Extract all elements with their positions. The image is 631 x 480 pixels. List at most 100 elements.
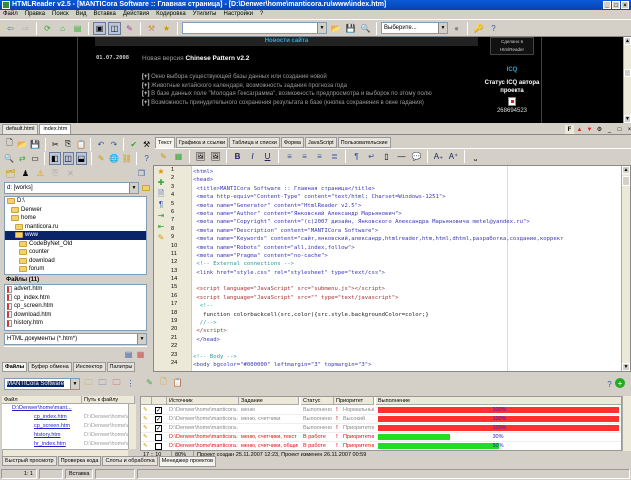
home-icon[interactable]: ⌂ <box>56 22 69 35</box>
left-tab[interactable]: Буфер обмена <box>28 362 72 372</box>
editor-tab[interactable]: Пользовательские <box>337 137 391 148</box>
project-hscrollbar[interactable] <box>2 449 128 456</box>
bookmark-icon[interactable]: ★ <box>154 166 168 177</box>
project-tree-row[interactable]: hr_index.htm D:\Denwer\home\w <box>2 440 135 449</box>
insert-tag-icon[interactable]: ✎ <box>157 150 170 163</box>
code-line[interactable] <box>193 277 620 285</box>
col-file[interactable]: Файл <box>2 396 82 404</box>
copy-icon[interactable]: ⎘ <box>63 138 74 151</box>
space-icon[interactable]: ⎵ <box>469 150 482 163</box>
chevron-down-icon[interactable]: ▼ <box>129 183 138 193</box>
code-line[interactable] <box>193 344 620 352</box>
code-line[interactable]: <link href="style.css" rel="stylesheet" … <box>193 269 620 277</box>
scroll-down-icon[interactable]: ▼ <box>622 363 630 371</box>
file-item[interactable]: cp_screen.htm <box>5 302 146 311</box>
browser-icon[interactable]: 🌐 <box>109 152 120 165</box>
left-tab[interactable]: Палитры <box>106 362 136 372</box>
task-row[interactable]: ✎ D:\Denwer\home\manticora.ru\ww...меню, … <box>141 433 621 442</box>
bookmark-icon[interactable]: ★ <box>160 22 173 35</box>
task-edit-icon[interactable]: ✎ <box>143 433 151 442</box>
file-item[interactable]: history.htm <box>5 319 146 328</box>
doc-tab[interactable]: default.html <box>2 124 39 134</box>
refresh-icon[interactable]: ⟳ <box>41 22 54 35</box>
settings-icon[interactable]: ⚙ <box>595 125 604 134</box>
hr-icon[interactable]: — <box>395 150 408 163</box>
project-tree-row[interactable]: history.htm D:\Denwer\home\w <box>2 431 135 440</box>
code-line[interactable]: <meta name="Generator" content="HtmlRead… <box>193 202 620 210</box>
file-filter-combo[interactable]: HTML документы (*.htm*) ▼ <box>4 333 147 345</box>
code-line[interactable]: <meta name="Keywords" content="сайт,янко… <box>193 235 620 243</box>
superscript-icon[interactable]: A⁺ <box>447 150 460 163</box>
paste-icon[interactable]: 📋 <box>76 138 87 151</box>
made-in-badge[interactable]: Сделано в HtmlReader <box>490 37 534 55</box>
folder-item[interactable]: CodeByNet_Old <box>5 240 146 249</box>
new-task-icon[interactable]: 🗋 <box>157 376 170 389</box>
preview-mode-icon[interactable]: ▣ <box>93 21 106 35</box>
link-icon[interactable]: ⛓ <box>121 152 132 165</box>
code-line[interactable]: <meta name="Copyright" content="(c)2007 … <box>193 218 620 226</box>
editor-tab[interactable]: Форма <box>280 137 304 148</box>
tools-icon[interactable]: ⚒ <box>141 138 152 151</box>
folder-item[interactable]: home <box>5 214 146 223</box>
folder-item[interactable]: counter <box>5 248 146 257</box>
menu-item[interactable]: Вид <box>76 10 87 19</box>
redo-icon[interactable]: ↷ <box>108 138 119 151</box>
task-checkbox[interactable]: ✓ <box>155 416 162 423</box>
align-right-icon[interactable]: ≡ <box>313 150 326 163</box>
edit-project-icon[interactable]: 🗀 <box>96 377 109 390</box>
menu-item[interactable]: Настройки <box>224 10 253 19</box>
code-editor[interactable]: ★ ✚ 🗎 ¶ ⇥ ⇤ ✎ 1 2 3 4 5 6 7 8 9 10 11 12 13 14 15 16 17 1… <box>153 165 631 372</box>
panel-close-icon[interactable]: ❐ <box>135 167 148 180</box>
code-line[interactable]: <!-- Body --> <box>193 353 620 361</box>
scroll-thumb[interactable] <box>622 176 630 186</box>
tools-icon[interactable]: ⚒ <box>145 22 158 35</box>
italic-icon[interactable]: I <box>246 150 259 163</box>
chevron-down-icon[interactable]: ▼ <box>70 379 79 389</box>
project-scrollbar[interactable] <box>128 404 136 449</box>
code-line[interactable]: <meta name="Description" content="MANTIC… <box>193 227 620 235</box>
code-line[interactable]: <title>MANTICora Software :: Главная стр… <box>193 185 620 193</box>
code-line[interactable]: <meta name="Author" content="Янковский А… <box>193 210 620 218</box>
code-line[interactable]: <meta name="Pragma" content="no-cache"> <box>193 252 620 260</box>
code-line[interactable]: <script language="JavaScript" src="subme… <box>193 285 620 293</box>
nbsp-icon[interactable]: ▯ <box>380 150 393 163</box>
undo-icon[interactable]: ↶ <box>95 138 106 151</box>
doc-close-button[interactable]: × <box>625 125 631 134</box>
chevron-down-icon[interactable]: ▼ <box>317 23 326 33</box>
project-file-tree[interactable]: D:\Denwer\home\mant... cp_index.htm D:\Den… <box>2 404 135 449</box>
task-col-header[interactable]: Источник <box>167 397 239 405</box>
paragraph-icon[interactable]: ¶ <box>350 150 363 163</box>
print-icon[interactable]: ▭ <box>30 152 41 165</box>
file-item[interactable]: cp_index.htm <box>5 294 146 303</box>
folder-tree-icon[interactable]: 🗂 <box>4 167 17 180</box>
code-line[interactable]: <body bgcolor="#000000" leftmargin="3" t… <box>193 361 620 369</box>
help-icon[interactable]: ? <box>487 22 500 35</box>
add-task-icon[interactable]: + <box>615 378 625 388</box>
code-line[interactable]: <html> <box>193 168 620 176</box>
spellcheck-icon[interactable]: ✔ <box>128 138 139 151</box>
save-file-icon[interactable]: 💾 <box>30 138 41 151</box>
project-tree-icon[interactable]: ⋮ <box>124 377 137 390</box>
editor-tab[interactable]: Таблица и списки <box>229 137 280 148</box>
back-icon[interactable]: ⇦ <box>4 22 17 35</box>
fullscreen-icon[interactable]: F <box>565 125 574 134</box>
outdent-icon[interactable]: ⇤ <box>154 221 168 232</box>
cut-icon[interactable]: ✂ <box>50 138 61 151</box>
folder-item[interactable]: download <box>5 257 146 266</box>
notes-icon[interactable]: ✎ <box>154 232 168 243</box>
scroll-down-icon[interactable]: ▼ <box>624 115 631 123</box>
menu-item[interactable]: ? <box>260 10 263 19</box>
images-icon[interactable]: 🖼 <box>209 150 222 163</box>
project-tree-row[interactable]: D:\Denwer\home\mant... <box>2 404 135 413</box>
task-row[interactable]: ✎ ✓ D:\Denwer\home\manticora.ru\ww... Выпол… <box>141 424 621 433</box>
preview-scrollbar[interactable]: ▲ ▼ <box>623 37 631 123</box>
task-edit-icon[interactable]: ✎ <box>143 406 151 415</box>
justify-icon[interactable]: ≣ <box>328 150 341 163</box>
find-icon[interactable]: 🔍 <box>4 152 15 165</box>
code-line[interactable]: </head> <box>193 336 620 344</box>
code-line[interactable]: </script> <box>193 327 620 335</box>
editor-tab[interactable]: Текст <box>155 137 175 148</box>
layout-bottom-icon[interactable]: ⬓ <box>75 151 87 165</box>
doc-minimize-button[interactable]: _ <box>605 125 614 134</box>
user-icon[interactable]: ♟ <box>19 167 32 180</box>
